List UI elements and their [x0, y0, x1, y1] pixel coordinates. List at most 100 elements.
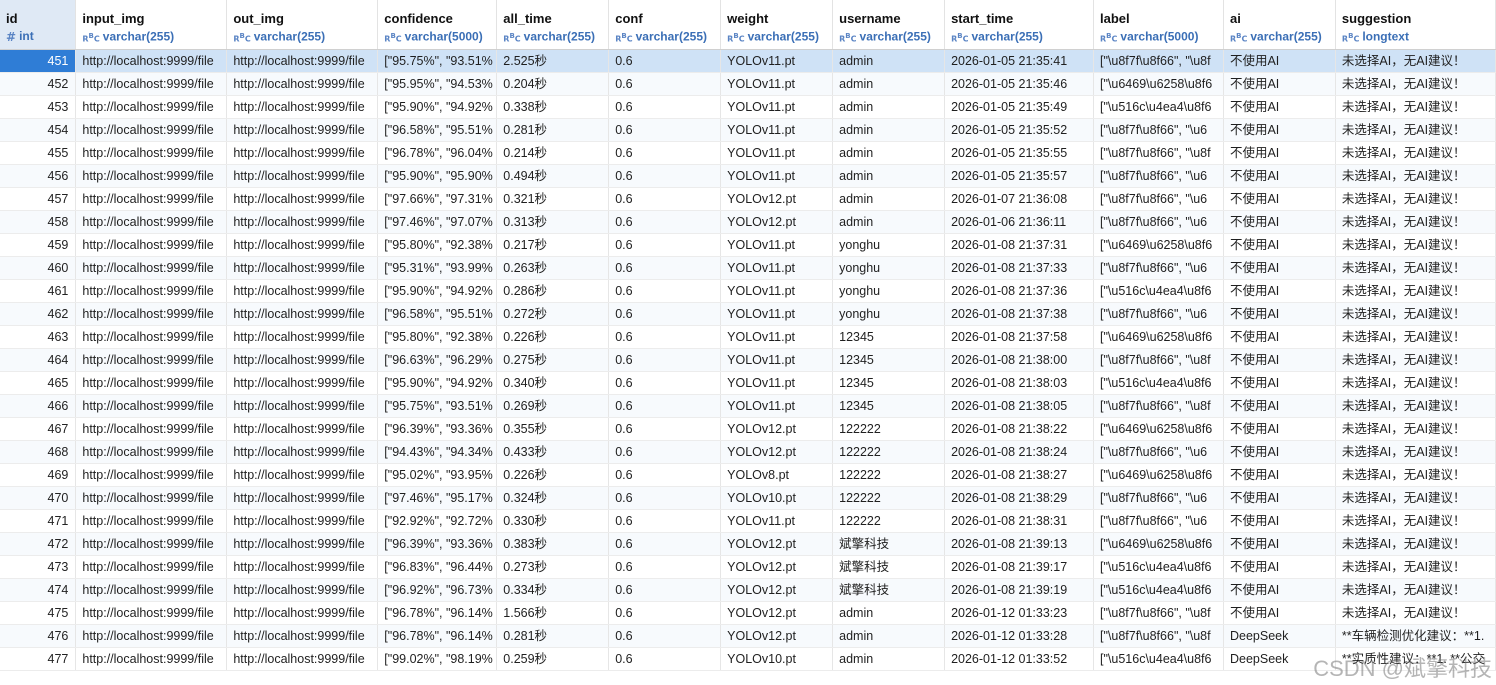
cell-ai[interactable]: 不使用AI — [1223, 371, 1336, 395]
cell-suggestion[interactable]: 未选择AI，无AI建议！ — [1335, 578, 1496, 602]
cell-start_time[interactable]: 2026-01-08 21:37:31 — [944, 233, 1094, 257]
cell-suggestion[interactable]: 未选择AI，无AI建议！ — [1335, 302, 1496, 326]
cell-suggestion[interactable]: 未选择AI，无AI建议！ — [1335, 348, 1496, 372]
cell-id[interactable]: 473 — [0, 555, 77, 579]
cell-id[interactable]: 476 — [0, 624, 77, 648]
cell-all_time[interactable]: 0.281秒 — [496, 118, 610, 142]
cell-confidence[interactable]: ["95.90%", "94.92% — [377, 371, 498, 395]
cell-input_img[interactable]: http://localhost:9999/file — [75, 394, 228, 418]
cell-all_time[interactable]: 0.281秒 — [496, 624, 610, 648]
cell-conf[interactable]: 0.6 — [608, 624, 722, 648]
cell-out_img[interactable]: http://localhost:9999/file — [226, 141, 379, 165]
table-row[interactable]: 451 http://localhost:9999/file http://loca… — [0, 49, 1496, 73]
cell-suggestion[interactable]: 未选择AI，无AI建议！ — [1335, 440, 1496, 464]
column-header-weight[interactable]: weight RBC varchar(255) — [720, 0, 834, 50]
cell-input_img[interactable]: http://localhost:9999/file — [75, 463, 228, 487]
cell-suggestion[interactable]: **车辆检测优化建议：**1. — [1335, 624, 1496, 648]
cell-input_img[interactable]: http://localhost:9999/file — [75, 325, 228, 349]
table-row[interactable]: 452 http://localhost:9999/file http://loca… — [0, 72, 1496, 96]
cell-input_img[interactable]: http://localhost:9999/file — [75, 256, 228, 280]
cell-weight[interactable]: YOLOv11.pt — [720, 95, 834, 119]
cell-id[interactable]: 461 — [0, 279, 77, 303]
cell-conf[interactable]: 0.6 — [608, 394, 722, 418]
cell-out_img[interactable]: http://localhost:9999/file — [226, 348, 379, 372]
cell-start_time[interactable]: 2026-01-12 01:33:23 — [944, 601, 1094, 625]
cell-suggestion[interactable]: 未选择AI，无AI建议！ — [1335, 141, 1496, 165]
cell-username[interactable]: admin — [832, 118, 946, 142]
cell-conf[interactable]: 0.6 — [608, 164, 722, 188]
cell-ai[interactable]: 不使用AI — [1223, 463, 1336, 487]
table-row[interactable]: 456 http://localhost:9999/file http://loca… — [0, 164, 1496, 188]
cell-label[interactable]: ["\u516c\u4ea4\u8f6 — [1093, 371, 1224, 395]
cell-out_img[interactable]: http://localhost:9999/file — [226, 210, 379, 234]
cell-id[interactable]: 468 — [0, 440, 77, 464]
cell-weight[interactable]: YOLOv11.pt — [720, 72, 834, 96]
cell-weight[interactable]: YOLOv11.pt — [720, 302, 834, 326]
cell-id[interactable]: 471 — [0, 509, 77, 533]
cell-out_img[interactable]: http://localhost:9999/file — [226, 187, 379, 211]
cell-confidence[interactable]: ["96.58%", "95.51% — [377, 302, 498, 326]
table-row[interactable]: 464 http://localhost:9999/file http://loca… — [0, 348, 1496, 372]
cell-label[interactable]: ["\u516c\u4ea4\u8f6 — [1093, 647, 1224, 671]
cell-label[interactable]: ["\u8f7f\u8f66", "\u6 — [1093, 118, 1224, 142]
column-header-conf[interactable]: conf RBC varchar(255) — [608, 0, 722, 50]
cell-start_time[interactable]: 2026-01-05 21:35:46 — [944, 72, 1094, 96]
cell-label[interactable]: ["\u8f7f\u8f66", "\u8f — [1093, 348, 1224, 372]
cell-label[interactable]: ["\u516c\u4ea4\u8f6 — [1093, 578, 1224, 602]
cell-confidence[interactable]: ["95.75%", "93.51% — [377, 394, 498, 418]
cell-weight[interactable]: YOLOv11.pt — [720, 348, 834, 372]
cell-start_time[interactable]: 2026-01-08 21:38:05 — [944, 394, 1094, 418]
cell-id[interactable]: 452 — [0, 72, 77, 96]
cell-confidence[interactable]: ["96.78%", "96.04% — [377, 141, 498, 165]
cell-label[interactable]: ["\u6469\u6258\u8f6 — [1093, 325, 1224, 349]
cell-conf[interactable]: 0.6 — [608, 302, 722, 326]
cell-all_time[interactable]: 1.566秒 — [496, 601, 610, 625]
table-row[interactable]: 458 http://localhost:9999/file http://loca… — [0, 210, 1496, 234]
cell-input_img[interactable]: http://localhost:9999/file — [75, 118, 228, 142]
cell-weight[interactable]: YOLOv11.pt — [720, 371, 834, 395]
cell-all_time[interactable]: 0.217秒 — [496, 233, 610, 257]
cell-id[interactable]: 477 — [0, 647, 77, 671]
cell-conf[interactable]: 0.6 — [608, 325, 722, 349]
cell-confidence[interactable]: ["95.80%", "92.38% — [377, 325, 498, 349]
cell-suggestion[interactable]: 未选择AI，无AI建议！ — [1335, 279, 1496, 303]
cell-id[interactable]: 466 — [0, 394, 77, 418]
cell-input_img[interactable]: http://localhost:9999/file — [75, 371, 228, 395]
cell-suggestion[interactable]: 未选择AI，无AI建议！ — [1335, 118, 1496, 142]
cell-all_time[interactable]: 0.269秒 — [496, 394, 610, 418]
cell-confidence[interactable]: ["95.90%", "95.90% — [377, 164, 498, 188]
cell-ai[interactable]: 不使用AI — [1223, 187, 1336, 211]
cell-start_time[interactable]: 2026-01-06 21:36:11 — [944, 210, 1094, 234]
table-row[interactable]: 459 http://localhost:9999/file http://loca… — [0, 233, 1496, 257]
cell-all_time[interactable]: 0.275秒 — [496, 348, 610, 372]
cell-start_time[interactable]: 2026-01-08 21:37:38 — [944, 302, 1094, 326]
cell-weight[interactable]: YOLOv11.pt — [720, 164, 834, 188]
cell-username[interactable]: 122222 — [832, 486, 946, 510]
column-header-username[interactable]: username RBC varchar(255) — [832, 0, 946, 50]
cell-conf[interactable]: 0.6 — [608, 187, 722, 211]
cell-label[interactable]: ["\u8f7f\u8f66", "\u8f — [1093, 624, 1224, 648]
cell-all_time[interactable]: 0.433秒 — [496, 440, 610, 464]
table-row[interactable]: 463 http://localhost:9999/file http://loca… — [0, 325, 1496, 349]
cell-input_img[interactable]: http://localhost:9999/file — [75, 486, 228, 510]
cell-username[interactable]: 12345 — [832, 394, 946, 418]
cell-suggestion[interactable]: 未选择AI，无AI建议！ — [1335, 394, 1496, 418]
cell-suggestion[interactable]: **实质性建议：**1. **公交 — [1335, 647, 1496, 671]
cell-input_img[interactable]: http://localhost:9999/file — [75, 532, 228, 556]
cell-username[interactable]: yonghu — [832, 302, 946, 326]
cell-out_img[interactable]: http://localhost:9999/file — [226, 486, 379, 510]
cell-label[interactable]: ["\u6469\u6258\u8f6 — [1093, 233, 1224, 257]
cell-out_img[interactable]: http://localhost:9999/file — [226, 463, 379, 487]
cell-all_time[interactable]: 2.525秒 — [496, 49, 610, 73]
cell-label[interactable]: ["\u8f7f\u8f66", "\u6 — [1093, 440, 1224, 464]
cell-all_time[interactable]: 0.313秒 — [496, 210, 610, 234]
cell-weight[interactable]: YOLOv12.pt — [720, 555, 834, 579]
cell-weight[interactable]: YOLOv10.pt — [720, 647, 834, 671]
cell-confidence[interactable]: ["92.92%", "92.72% — [377, 509, 498, 533]
cell-username[interactable]: 122222 — [832, 509, 946, 533]
cell-suggestion[interactable]: 未选择AI，无AI建议！ — [1335, 417, 1496, 441]
cell-all_time[interactable]: 0.226秒 — [496, 325, 610, 349]
cell-all_time[interactable]: 0.334秒 — [496, 578, 610, 602]
cell-suggestion[interactable]: 未选择AI，无AI建议！ — [1335, 509, 1496, 533]
cell-all_time[interactable]: 0.259秒 — [496, 647, 610, 671]
